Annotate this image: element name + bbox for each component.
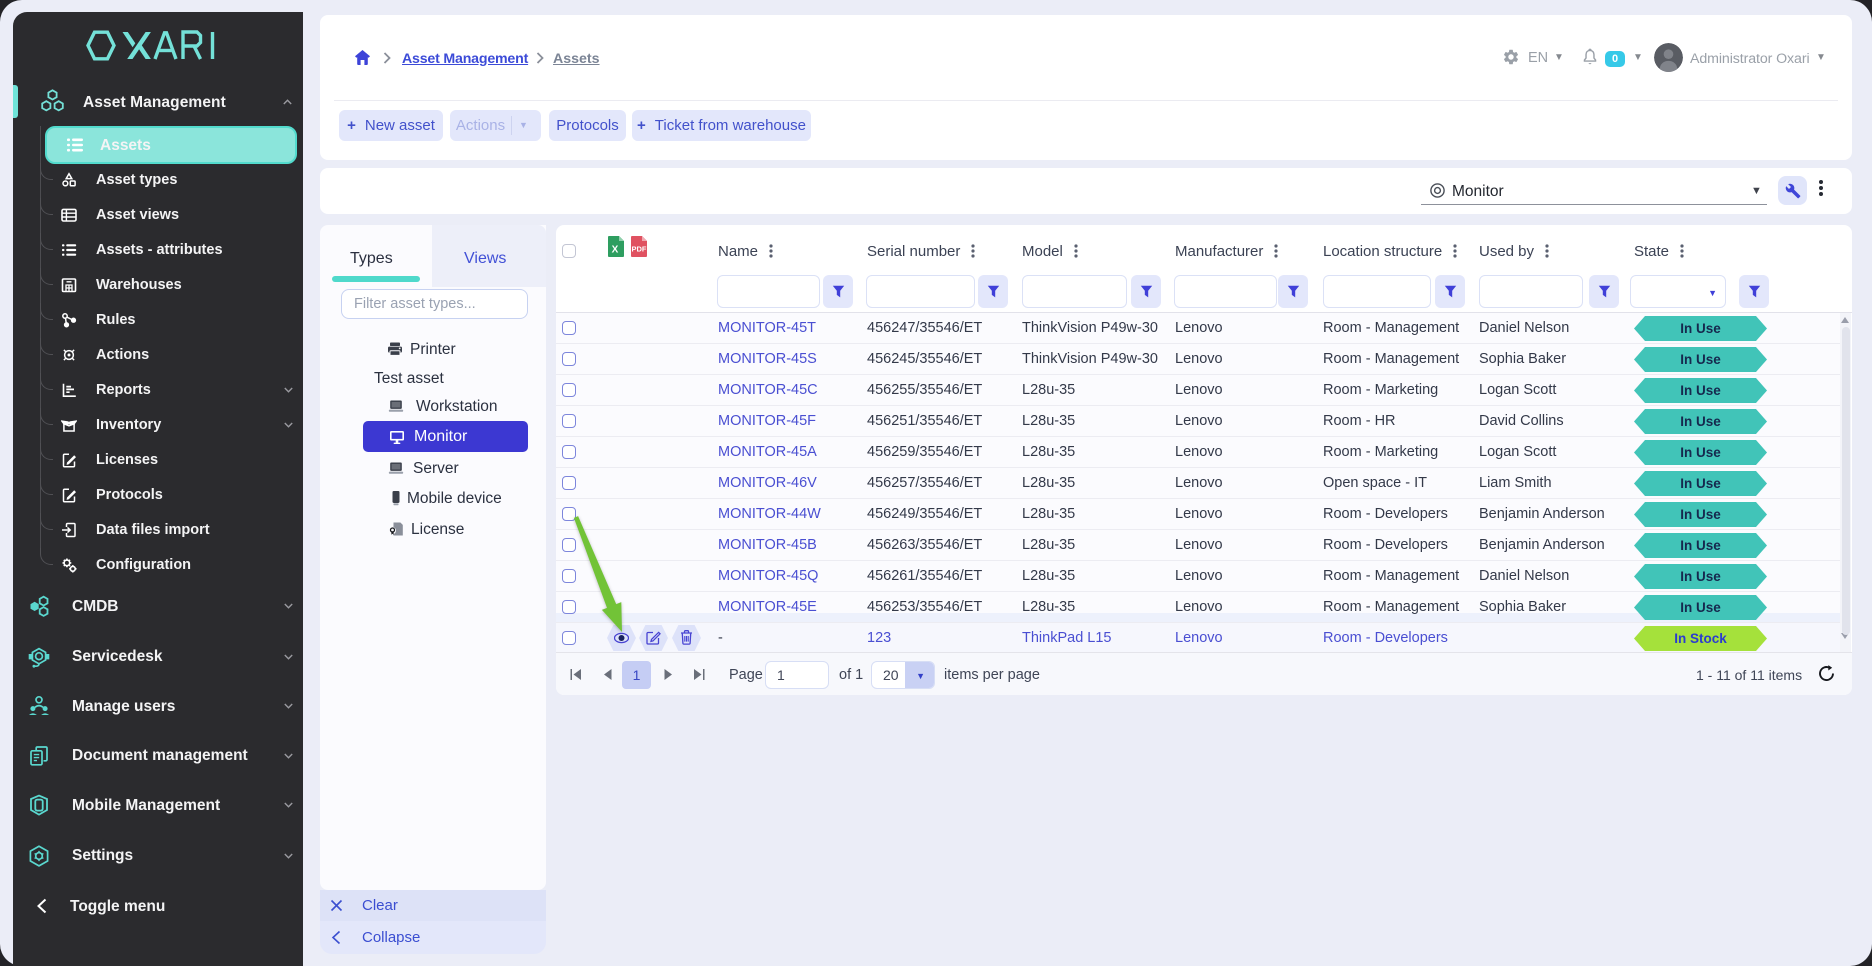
svg-text:X: X bbox=[612, 245, 619, 256]
svg-text:PDF: PDF bbox=[632, 245, 647, 254]
